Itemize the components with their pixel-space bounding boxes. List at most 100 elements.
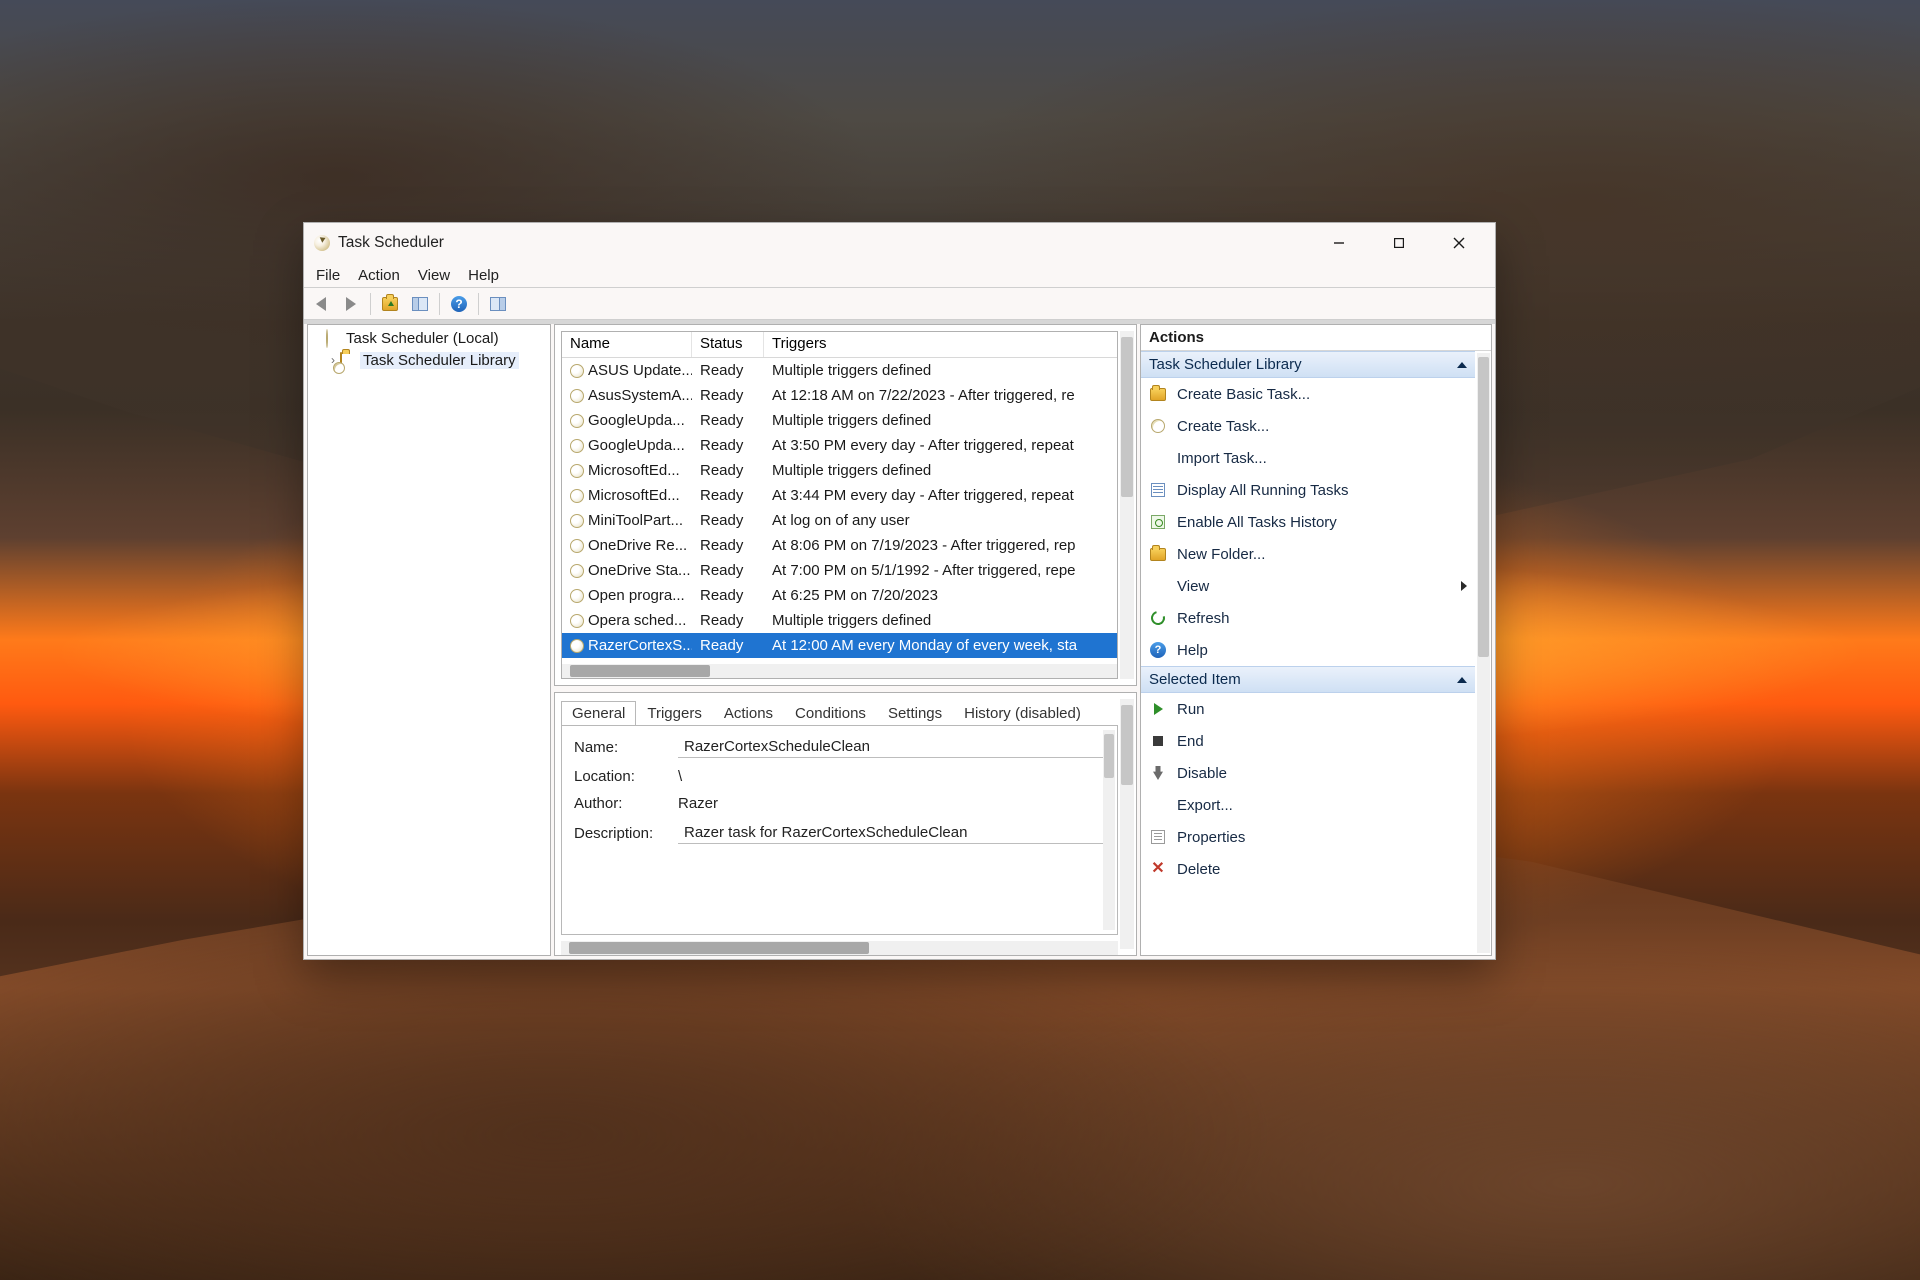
section-selected-label: Selected Item (1149, 671, 1241, 688)
action-delete[interactable]: ✕Delete (1141, 853, 1475, 885)
table-row[interactable]: GoogleUpda...ReadyAt 3:50 PM every day -… (562, 433, 1117, 458)
navigation-tree[interactable]: Task Scheduler (Local) Task Scheduler Li… (307, 324, 551, 956)
table-row[interactable]: RazerCortexS...ReadyAt 12:00 AM every Mo… (562, 633, 1117, 658)
menu-file[interactable]: File (308, 265, 348, 286)
menu-action[interactable]: Action (350, 265, 408, 286)
section-selected-item[interactable]: Selected Item (1141, 666, 1475, 693)
task-status: Ready (692, 462, 764, 479)
action-view-submenu[interactable]: View (1141, 570, 1475, 602)
task-name: OneDrive Re... (588, 537, 687, 554)
toolbar-forward-button[interactable] (338, 291, 364, 317)
table-row[interactable]: GoogleUpda...ReadyMultiple triggers defi… (562, 408, 1117, 433)
titlebar[interactable]: Task Scheduler (304, 223, 1495, 263)
clock-icon (570, 539, 584, 553)
action-end[interactable]: End (1141, 725, 1475, 757)
general-tabpanel: Name: Location: \ Author: Razer (561, 725, 1118, 935)
tab-history[interactable]: History (disabled) (953, 701, 1092, 726)
toolbar-back-button[interactable] (308, 291, 334, 317)
disable-icon (1153, 766, 1163, 780)
scrollbar-thumb[interactable] (1121, 337, 1133, 497)
task-scheduler-window: Task Scheduler File Action View Help ? (303, 222, 1496, 960)
task-name: OneDrive Sta... (588, 562, 691, 579)
action-create-basic-task[interactable]: Create Basic Task... (1141, 378, 1475, 410)
minimize-button[interactable] (1309, 223, 1369, 263)
task-name: RazerCortexS... (588, 637, 692, 654)
toolbar-help-button[interactable]: ? (446, 291, 472, 317)
scrollbar-thumb[interactable] (1104, 734, 1114, 778)
task-description-field[interactable] (678, 822, 1105, 844)
action-display-running[interactable]: Display All Running Tasks (1141, 474, 1475, 506)
table-row[interactable]: ASUS Update...ReadyMultiple triggers def… (562, 358, 1117, 383)
action-properties[interactable]: Properties (1141, 821, 1475, 853)
table-row[interactable]: MiniToolPart...ReadyAt log on of any use… (562, 508, 1117, 533)
vertical-scrollbar[interactable] (1103, 730, 1115, 930)
vertical-scrollbar[interactable] (1120, 699, 1134, 949)
action-new-folder[interactable]: New Folder... (1141, 538, 1475, 570)
table-row[interactable]: MicrosoftEd...ReadyMultiple triggers def… (562, 458, 1117, 483)
tab-triggers[interactable]: Triggers (636, 701, 712, 726)
tab-general[interactable]: General (561, 701, 636, 726)
column-name[interactable]: Name (562, 332, 692, 357)
delete-icon: ✕ (1151, 861, 1164, 877)
window-body: Task Scheduler (Local) Task Scheduler Li… (304, 320, 1495, 959)
menu-view[interactable]: View (410, 265, 458, 286)
action-enable-history[interactable]: Enable All Tasks History (1141, 506, 1475, 538)
section-library[interactable]: Task Scheduler Library (1141, 351, 1475, 378)
action-create-task[interactable]: Create Task... (1141, 410, 1475, 442)
task-name: Open progra... (588, 587, 685, 604)
task-list[interactable]: Name Status Triggers ASUS Update...Ready… (561, 331, 1118, 679)
caption-buttons (1309, 223, 1489, 263)
task-triggers: Multiple triggers defined (764, 462, 1117, 479)
history-icon (1151, 515, 1165, 529)
actions-header: Actions (1141, 325, 1491, 351)
table-row[interactable]: AsusSystemA...ReadyAt 12:18 AM on 7/22/2… (562, 383, 1117, 408)
action-run[interactable]: Run (1141, 693, 1475, 725)
tab-settings[interactable]: Settings (877, 701, 953, 726)
pane-icon (490, 297, 506, 311)
clock-icon (570, 364, 584, 378)
action-disable[interactable]: Disable (1141, 757, 1475, 789)
task-name-field[interactable] (678, 736, 1105, 758)
task-status: Ready (692, 487, 764, 504)
vertical-scrollbar[interactable] (1477, 353, 1490, 953)
horizontal-scrollbar[interactable] (562, 664, 1117, 678)
task-status: Ready (692, 562, 764, 579)
toolbar-up-button[interactable] (377, 291, 403, 317)
scrollbar-thumb[interactable] (1478, 357, 1489, 657)
table-row[interactable]: Opera sched...ReadyMultiple triggers def… (562, 608, 1117, 633)
actions-pane: Actions Task Scheduler Library Create Ba… (1140, 324, 1492, 956)
tree-library[interactable]: Task Scheduler Library (308, 349, 550, 371)
scrollbar-thumb[interactable] (1121, 705, 1133, 785)
table-row[interactable]: Open progra...ReadyAt 6:25 PM on 7/20/20… (562, 583, 1117, 608)
task-name: Opera sched... (588, 612, 686, 629)
task-status: Ready (692, 587, 764, 604)
clock-icon (570, 614, 584, 628)
wizard-icon (1150, 388, 1166, 401)
action-help[interactable]: ?Help (1141, 634, 1475, 666)
toolbar-pane-button[interactable] (407, 291, 433, 317)
tab-actions[interactable]: Actions (713, 701, 784, 726)
task-status: Ready (692, 387, 764, 404)
table-row[interactable]: MicrosoftEd...ReadyAt 3:44 PM every day … (562, 483, 1117, 508)
tab-conditions[interactable]: Conditions (784, 701, 877, 726)
task-triggers: At 12:00 AM every Monday of every week, … (764, 637, 1117, 654)
table-row[interactable]: OneDrive Sta...ReadyAt 7:00 PM on 5/1/19… (562, 558, 1117, 583)
horizontal-scrollbar[interactable] (561, 941, 1118, 955)
action-export[interactable]: Export... (1141, 789, 1475, 821)
column-status[interactable]: Status (692, 332, 764, 357)
toolbar-pane2-button[interactable] (485, 291, 511, 317)
tree-root[interactable]: Task Scheduler (Local) (308, 327, 550, 349)
maximize-button[interactable] (1369, 223, 1429, 263)
scrollbar-thumb[interactable] (570, 665, 710, 677)
task-status: Ready (692, 412, 764, 429)
menu-help[interactable]: Help (460, 265, 507, 286)
vertical-scrollbar[interactable] (1120, 331, 1134, 679)
close-button[interactable] (1429, 223, 1489, 263)
scrollbar-thumb[interactable] (569, 942, 869, 954)
action-refresh[interactable]: Refresh (1141, 602, 1475, 634)
list-icon (1151, 483, 1165, 497)
table-row[interactable]: OneDrive Re...ReadyAt 8:06 PM on 7/19/20… (562, 533, 1117, 558)
action-import-task[interactable]: Import Task... (1141, 442, 1475, 474)
column-triggers[interactable]: Triggers (764, 332, 1117, 357)
refresh-icon (1148, 608, 1167, 627)
